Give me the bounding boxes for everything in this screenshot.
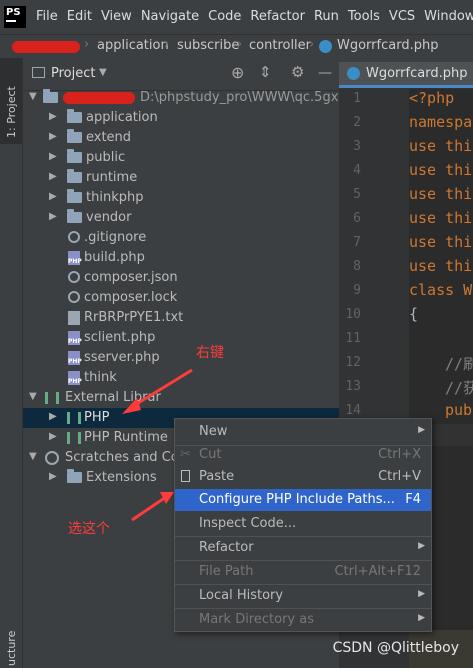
arrow-to-php-node <box>122 368 193 414</box>
arrow-to-configure-item <box>131 492 174 522</box>
watermark: CSDN @Qlittleboy <box>332 640 459 656</box>
annotation-choose-this: 选这个 <box>68 521 110 537</box>
annotation-arrows <box>122 368 193 522</box>
